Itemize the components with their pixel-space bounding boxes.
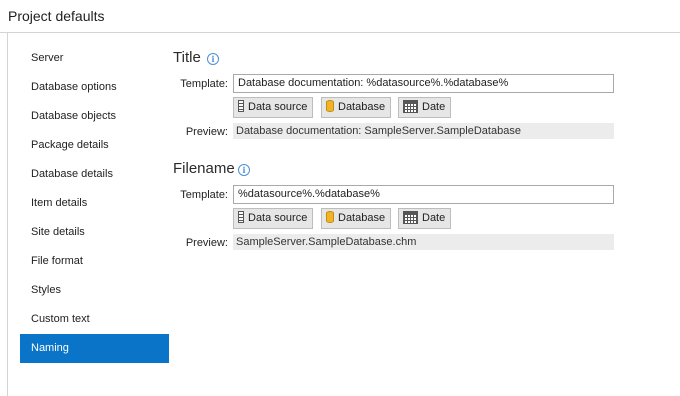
title-template-input[interactable]: Database documentation: %datasource%.%da…	[233, 74, 614, 93]
filename-preview-value: SampleServer.SampleDatabase.chm	[233, 234, 614, 250]
sidebar-item-naming[interactable]: Naming	[20, 334, 169, 363]
sidebar-item-styles[interactable]: Styles	[20, 276, 169, 305]
filename-preview-label: Preview:	[185, 237, 228, 249]
sidebar-item-database-options[interactable]: Database options	[20, 73, 169, 102]
title-database-label: Database	[338, 101, 386, 113]
filename-database-button[interactable]: Database	[321, 208, 392, 229]
filename-data-source-label: Data source	[248, 212, 308, 224]
database-icon	[326, 211, 334, 224]
sidebar-item-item-details[interactable]: Item details	[20, 189, 169, 218]
filename-date-button[interactable]: Date	[398, 208, 452, 229]
sidebar-item-file-format[interactable]: File format	[20, 247, 169, 276]
sidebar-item-custom-text[interactable]: Custom text	[20, 305, 169, 334]
calendar-icon	[403, 210, 418, 224]
filename-date-label: Date	[422, 212, 446, 224]
title-date-button[interactable]: Date	[398, 97, 452, 118]
title-section-heading: Title	[173, 49, 201, 66]
sidebar: Server Database options Database objects…	[20, 44, 169, 363]
title-data-source-label: Data source	[248, 101, 308, 113]
window-title: Project defaults	[8, 8, 105, 24]
sidebar-item-package-details[interactable]: Package details	[20, 131, 169, 160]
sidebar-item-database-details[interactable]: Database details	[20, 160, 169, 189]
info-icon[interactable]: i	[238, 164, 250, 176]
calendar-icon	[403, 99, 418, 113]
sidebar-item-database-objects[interactable]: Database objects	[20, 102, 169, 131]
filename-template-input[interactable]: %datasource%.%database%	[233, 185, 614, 204]
filename-database-label: Database	[338, 212, 386, 224]
title-bar: Project defaults	[0, 0, 680, 33]
title-preview-value: Database documentation: SampleServer.Sam…	[233, 123, 614, 139]
filename-section-heading: Filename	[173, 160, 235, 177]
title-database-button[interactable]: Database	[321, 97, 392, 118]
sidebar-item-server[interactable]: Server	[20, 44, 169, 73]
info-icon[interactable]: i	[207, 53, 219, 65]
title-template-label: Template:	[180, 78, 228, 90]
title-preview-label: Preview:	[185, 126, 228, 138]
title-date-label: Date	[422, 101, 446, 113]
title-data-source-button[interactable]: Data source	[233, 97, 314, 118]
server-icon	[238, 211, 244, 224]
sidebar-item-site-details[interactable]: Site details	[20, 218, 169, 247]
filename-data-source-button[interactable]: Data source	[233, 208, 314, 229]
server-icon	[238, 100, 244, 113]
filename-template-label: Template:	[180, 189, 228, 201]
database-icon	[326, 100, 334, 113]
